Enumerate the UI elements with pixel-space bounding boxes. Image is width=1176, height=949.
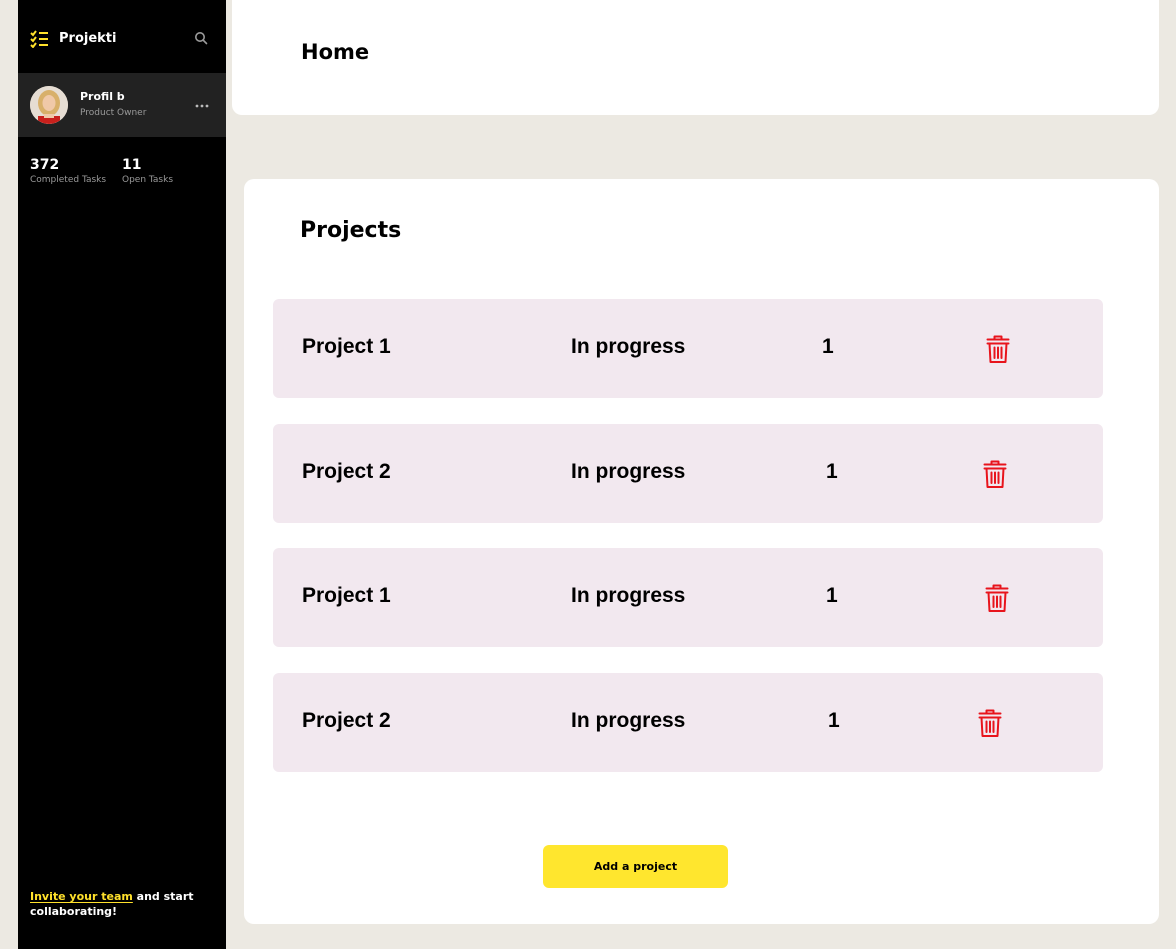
project-row[interactable]: Project 2 In progress 1	[273, 673, 1103, 772]
completed-tasks-count: 372	[30, 157, 60, 173]
checklist-logo-icon	[30, 30, 48, 48]
project-status: In progress	[571, 335, 686, 358]
project-status: In progress	[571, 460, 686, 483]
trash-icon[interactable]	[985, 583, 1009, 613]
page-title: Home	[301, 40, 370, 64]
project-status: In progress	[571, 709, 686, 732]
project-name: Project 1	[302, 584, 391, 607]
projects-title: Projects	[300, 218, 402, 243]
project-name: Project 2	[302, 709, 391, 732]
completed-tasks-stat: 372 Completed Tasks	[30, 157, 106, 185]
completed-tasks-label: Completed Tasks	[30, 175, 107, 185]
brand: Projekti	[18, 0, 226, 73]
project-count: 1	[826, 460, 838, 483]
search-icon[interactable]	[194, 31, 208, 45]
sidebar: Projekti Profil b Product Owner 372 Comp…	[18, 0, 226, 949]
page-header: Home	[232, 0, 1159, 115]
project-name: Project 1	[302, 335, 391, 358]
project-count: 1	[822, 335, 834, 358]
add-project-button[interactable]: Add a project	[543, 845, 728, 888]
open-tasks-count: 11	[122, 157, 142, 173]
invite-message: Invite your team and start collaborating…	[30, 889, 210, 919]
trash-icon[interactable]	[978, 708, 1002, 738]
brand-name: Projekti	[59, 31, 117, 46]
profile-name: Profil b	[80, 90, 125, 103]
profile-role: Product Owner	[80, 108, 147, 118]
project-count: 1	[828, 709, 840, 732]
project-name: Project 2	[302, 460, 391, 483]
invite-team-link[interactable]: Invite your team	[30, 890, 133, 903]
project-row[interactable]: Project 2 In progress 1	[273, 424, 1103, 523]
project-row[interactable]: Project 1 In progress 1	[273, 548, 1103, 647]
open-tasks-label: Open Tasks	[122, 175, 174, 185]
avatar	[30, 86, 68, 124]
projects-card: Projects Project 1 In progress 1 Project…	[244, 179, 1159, 924]
trash-icon[interactable]	[986, 334, 1010, 364]
trash-icon[interactable]	[983, 459, 1007, 489]
profile-card[interactable]: Profil b Product Owner	[18, 73, 226, 137]
more-options-icon[interactable]	[194, 103, 210, 109]
project-count: 1	[826, 584, 838, 607]
project-status: In progress	[571, 584, 686, 607]
project-row[interactable]: Project 1 In progress 1	[273, 299, 1103, 398]
open-tasks-stat: 11 Open Tasks	[122, 157, 173, 185]
